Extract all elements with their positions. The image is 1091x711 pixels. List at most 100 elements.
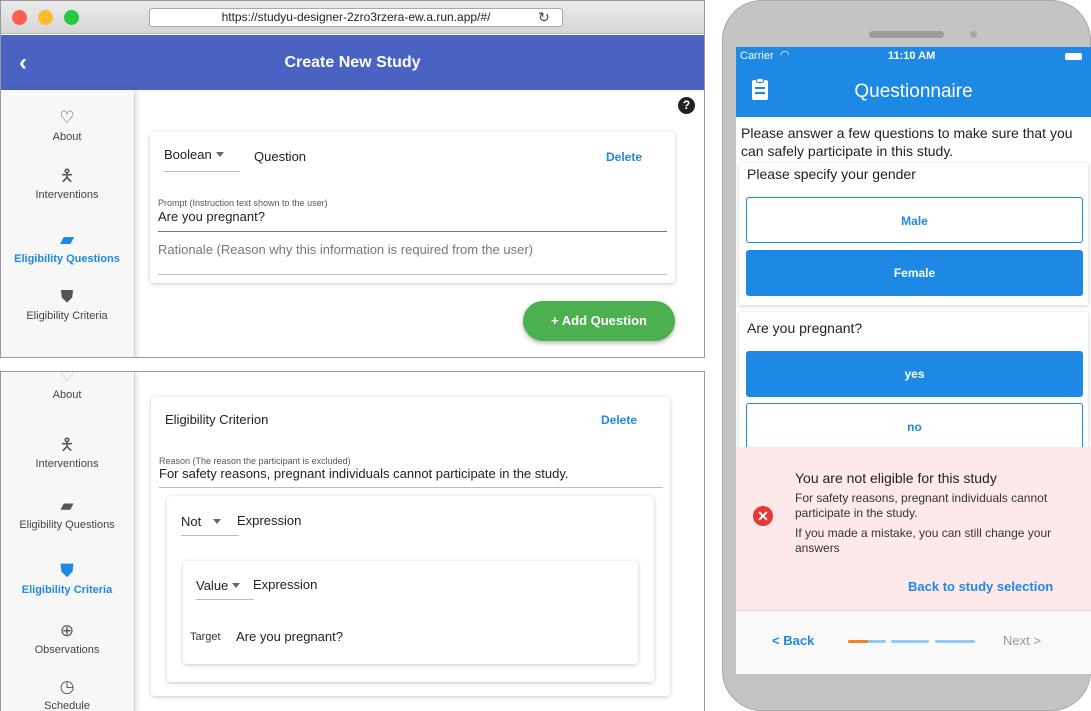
- reason-field[interactable]: Reason (The reason the participant is ex…: [159, 456, 663, 490]
- question-card: Boolean Question Delete Prompt (Instruct…: [150, 132, 675, 283]
- delete-criterion-button[interactable]: Delete: [601, 413, 637, 427]
- sidebar-item-eligibility-criteria[interactable]: ⛊ Eligibility Criteria: [1, 287, 133, 322]
- clock-icon: ◷: [59, 677, 75, 696]
- sidebar-item-label: Observations: [34, 644, 100, 656]
- prompt-value: Are you pregnant?: [158, 209, 265, 224]
- shield-check-icon: ⛊: [60, 561, 74, 580]
- zoom-icon: ⊕: [59, 621, 75, 640]
- camera-dot: [970, 31, 977, 38]
- chat-icon: ▰: [60, 496, 74, 515]
- study-sidebar: ♡ About 🯅 Interventions ▰ Eligibility Qu…: [1, 90, 135, 357]
- criteria-panel: ♡ About 🯅 Interventions ▰ Eligibility Qu…: [0, 371, 705, 711]
- wifi-icon: ◠: [780, 49, 790, 61]
- delete-question-button[interactable]: Delete: [606, 150, 642, 164]
- sidebar-item-schedule[interactable]: ◷ Schedule: [1, 677, 133, 711]
- question-type-value: Boolean: [164, 147, 212, 162]
- sidebar-item-label: About: [52, 131, 82, 143]
- sidebar-item-observations[interactable]: ⊕ Observations: [1, 621, 133, 656]
- reason-value: For safety reasons, pregnant individuals…: [159, 466, 569, 481]
- reload-icon[interactable]: ↻: [538, 10, 550, 24]
- value-expression-suffix: Expression: [253, 577, 318, 592]
- sidebar-item-label: Eligibility Questions: [19, 519, 115, 531]
- carrier-label: Carrier: [740, 50, 774, 62]
- banner-hint: If you made a mistake, you can still cha…: [795, 526, 1052, 555]
- chevron-down-icon: [213, 519, 222, 525]
- battery-icon: [1065, 53, 1082, 60]
- maximize-window-icon[interactable]: [64, 10, 79, 25]
- chat-icon: ▰: [60, 230, 74, 249]
- speaker-grille: [869, 31, 944, 38]
- heart-outline-icon: ♡: [59, 108, 75, 127]
- status-bar: Carrier ◠ 11:10 AM: [736, 47, 1091, 67]
- option-no-button[interactable]: no: [746, 403, 1083, 449]
- option-yes-button[interactable]: yes: [746, 351, 1083, 397]
- sidebar-item-label: Interventions: [35, 458, 99, 470]
- chevron-down-icon: [232, 583, 241, 589]
- sidebar-item-interventions[interactable]: 🯅 Interventions: [1, 166, 133, 201]
- progress-segment: [891, 640, 929, 643]
- prompt-field[interactable]: Prompt (Instruction text shown to the us…: [158, 198, 667, 233]
- progress-segment: [848, 640, 886, 643]
- next-button[interactable]: Next >: [1003, 633, 1041, 648]
- sidebar-item-label: About: [52, 389, 82, 401]
- not-expression-card: Not Expression Value Expression Target A…: [167, 496, 654, 682]
- question-text: Please specify your gender: [747, 166, 916, 182]
- intro-text: Please answer a few questions to make su…: [741, 125, 1073, 159]
- not-value: Not: [181, 514, 202, 529]
- prompt-label: Prompt (Instruction text shown to the us…: [158, 198, 328, 208]
- question-pregnant-card: Are you pregnant? yes no: [739, 312, 1088, 449]
- phone-screen: Carrier ◠ 11:10 AM Questionnaire Please …: [736, 47, 1091, 674]
- target-value[interactable]: Are you pregnant?: [236, 629, 343, 644]
- reason-label: Reason (The reason the participant is ex…: [159, 456, 351, 466]
- person-icon: 🯅: [59, 435, 75, 454]
- study-sidebar: ♡ About 🯅 Interventions ▰ Eligibility Qu…: [1, 372, 135, 711]
- question-gender-card: Please specify your gender Male Female: [739, 163, 1088, 305]
- url-bar[interactable]: https://studyu-designer-2zro3rzera-ew.a.…: [149, 8, 563, 27]
- sidebar-item-label: Interventions: [35, 189, 99, 201]
- add-question-button[interactable]: + Add Question: [523, 301, 675, 341]
- option-female-button[interactable]: Female: [746, 250, 1083, 296]
- sidebar-item-label: Schedule: [44, 700, 90, 711]
- sidebar-item-label: Eligibility Criteria: [26, 310, 108, 322]
- questionnaire-app-bar: Questionnaire: [736, 67, 1091, 117]
- rationale-placeholder: Rationale (Reason why this information i…: [158, 242, 534, 257]
- back-button[interactable]: < Back: [772, 633, 814, 648]
- person-icon: 🯅: [59, 166, 75, 185]
- sidebar-item-eligibility-questions[interactable]: ▰ Eligibility Questions: [1, 230, 133, 265]
- target-label: Target: [190, 631, 221, 643]
- shield-icon: ⛊: [60, 287, 74, 306]
- questionnaire-title: Questionnaire: [854, 81, 973, 102]
- question-type-dropdown[interactable]: Boolean: [164, 146, 254, 172]
- value-value: Value: [196, 578, 229, 593]
- clock-time: 11:10 AM: [888, 50, 936, 62]
- close-window-icon[interactable]: [12, 10, 27, 25]
- question-type-suffix: Question: [254, 149, 307, 164]
- browser-window: https://studyu-designer-2zro3rzera-ew.a.…: [0, 0, 705, 358]
- option-male-button[interactable]: Male: [746, 197, 1083, 243]
- heart-outline-icon: ♡: [59, 371, 75, 385]
- rationale-field[interactable]: Rationale (Reason why this information i…: [158, 242, 667, 277]
- sidebar-item-interventions[interactable]: 🯅 Interventions: [1, 435, 133, 470]
- app-bar: ‹ Create New Study: [1, 35, 704, 90]
- back-to-study-selection-link[interactable]: Back to study selection: [908, 579, 1053, 594]
- progress-segment: [935, 640, 975, 643]
- criterion-card: Eligibility Criterion Delete Reason (The…: [151, 397, 670, 696]
- sidebar-item-eligibility-criteria[interactable]: ⛊ Eligibility Criteria: [1, 561, 133, 596]
- sidebar-item-about[interactable]: ♡ About: [1, 108, 133, 143]
- sidebar-item-about[interactable]: ♡ About: [1, 371, 133, 401]
- browser-toolbar: https://studyu-designer-2zro3rzera-ew.a.…: [1, 1, 704, 34]
- sidebar-item-label: Eligibility Questions: [14, 253, 120, 265]
- page-title: Create New Study: [284, 54, 421, 71]
- error-icon: ✕: [753, 506, 773, 526]
- sidebar-item-eligibility-questions[interactable]: ▰ Eligibility Questions: [1, 496, 133, 531]
- banner-body: For safety reasons, pregnant individuals…: [795, 491, 1048, 520]
- progress-indicator: [848, 640, 976, 644]
- value-expression-card: Value Expression Target Are you pregnant…: [183, 561, 638, 664]
- banner-title: You are not eligible for this study: [795, 470, 997, 486]
- bottom-navigation: < Back Next >: [736, 610, 1091, 674]
- help-icon[interactable]: ?: [678, 97, 695, 114]
- ineligible-banner: ✕ You are not eligible for this study Fo…: [736, 447, 1091, 610]
- minimize-window-icon[interactable]: [38, 10, 53, 25]
- criterion-title: Eligibility Criterion: [165, 412, 269, 427]
- not-expression-suffix: Expression: [237, 513, 302, 528]
